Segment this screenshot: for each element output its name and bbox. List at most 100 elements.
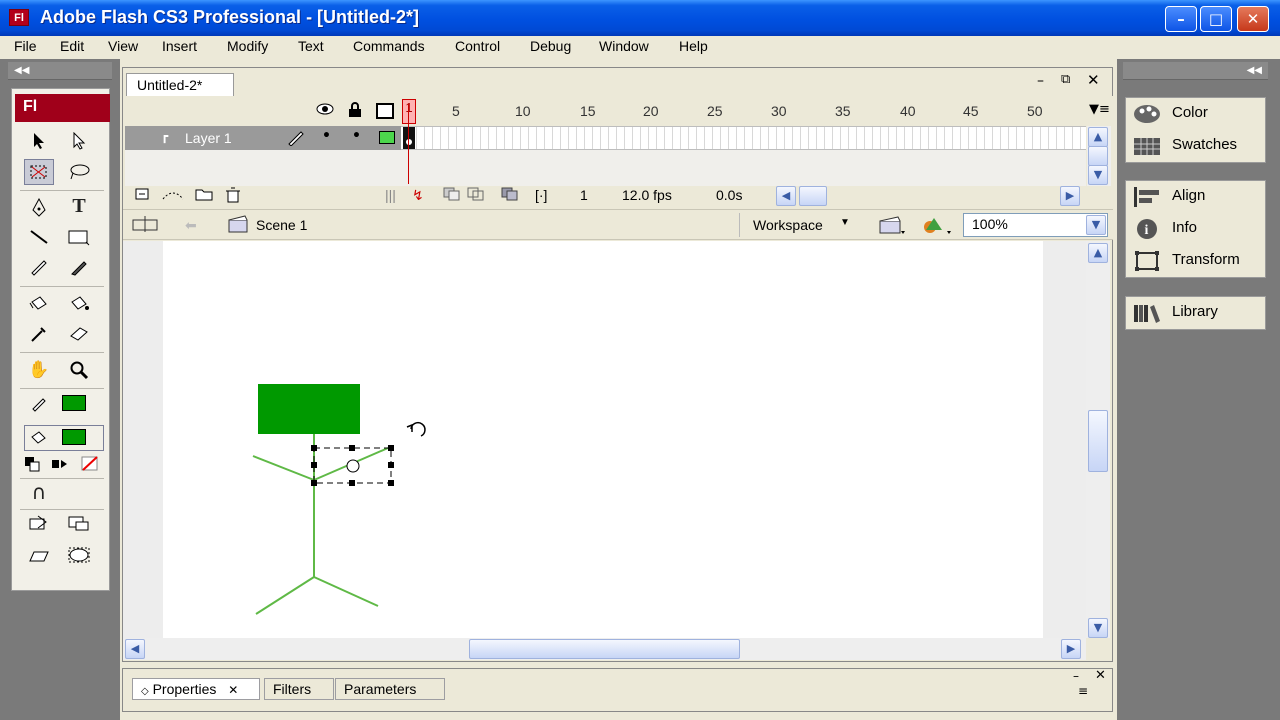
doc-restore-button[interactable]: ⧉ — [1061, 72, 1070, 87]
fill-color-swatch[interactable] — [62, 429, 86, 445]
close-button[interactable]: ✕ — [1237, 6, 1269, 32]
edit-multiple-frames-icon[interactable] — [501, 187, 519, 204]
menu-view[interactable]: View — [108, 38, 138, 54]
workspace-dropdown-icon[interactable]: ▼ — [840, 217, 850, 228]
menu-modify[interactable]: Modify — [227, 38, 268, 54]
straighten-icon[interactable] — [64, 511, 94, 537]
color-panel-button[interactable]: Color — [1132, 100, 1262, 128]
menu-text[interactable]: Text — [298, 38, 324, 54]
stage-scroll-down[interactable]: ▼ — [1088, 618, 1108, 638]
workspace-menu[interactable]: Workspace — [753, 217, 823, 233]
edit-scene-icon[interactable] — [878, 214, 906, 239]
eye-icon[interactable] — [315, 102, 335, 120]
timeline-hscroll-thumb[interactable] — [799, 186, 827, 206]
tab-filters[interactable]: Filters — [264, 678, 334, 700]
stage-scroll-left[interactable]: ◀ — [125, 639, 145, 659]
layer-row[interactable]: ┏ Layer 1 • • — [125, 126, 401, 150]
paint-bucket-tool-icon[interactable] — [64, 291, 94, 317]
playhead[interactable]: 1 — [402, 99, 416, 124]
eraser-tool-icon[interactable] — [64, 321, 94, 347]
scale-icon[interactable] — [64, 543, 94, 569]
menu-window[interactable]: Window — [599, 38, 649, 54]
properties-tab-close-icon[interactable]: ✕ — [228, 683, 238, 697]
align-panel-button[interactable]: Align — [1132, 183, 1262, 211]
timeline-frames[interactable] — [401, 126, 1086, 150]
doc-close-button[interactable]: ✕ — [1087, 71, 1100, 89]
toolbox-collapse-bar[interactable]: ◀◀ — [8, 62, 112, 80]
lock-icon[interactable] — [347, 102, 363, 122]
stage-scroll-up[interactable]: ▲ — [1088, 243, 1108, 263]
timeline-scroll-right[interactable]: ▶ — [1060, 186, 1080, 206]
flash-app-icon[interactable]: Fl — [9, 9, 29, 26]
lasso-tool-icon[interactable] — [64, 159, 94, 185]
stage-hscroll-thumb[interactable] — [469, 639, 740, 659]
transform-panel-button[interactable]: Transform — [1132, 247, 1262, 275]
stroke-color-swatch[interactable] — [62, 395, 86, 411]
line-tool-icon[interactable] — [24, 225, 54, 251]
menu-help[interactable]: Help — [679, 38, 708, 54]
tab-properties[interactable]: ◇ Properties ✕ — [132, 678, 260, 700]
hand-tool-icon[interactable]: ✋ — [24, 357, 54, 383]
smooth-icon[interactable] — [24, 511, 54, 537]
layer-lock-dot[interactable]: • — [352, 128, 361, 144]
maximize-button[interactable]: □ — [1200, 6, 1232, 32]
layer-outline-color[interactable] — [379, 131, 395, 144]
back-arrow-icon[interactable]: ⬅ — [185, 217, 197, 234]
brush-tool-icon[interactable] — [64, 255, 94, 281]
swatches-panel-button[interactable]: Swatches — [1132, 132, 1262, 160]
timeline-scroll-thumb[interactable] — [1088, 146, 1108, 166]
layer-visible-dot[interactable]: • — [322, 128, 331, 144]
trash-icon[interactable] — [225, 187, 241, 206]
center-frame-icon[interactable]: ↯ — [412, 187, 424, 204]
properties-minimize-button[interactable]: – — [1073, 669, 1079, 683]
snap-to-objects-icon[interactable]: ∩ — [24, 479, 54, 505]
timeline-toggle-icon[interactable] — [131, 214, 159, 237]
timeline-scroll-left[interactable]: ◀ — [776, 186, 796, 206]
timeline-menu-icon[interactable]: ▼≡ — [1089, 102, 1110, 117]
eyedropper-tool-icon[interactable] — [24, 321, 54, 347]
layer-name[interactable]: Layer 1 — [185, 130, 232, 146]
edit-symbols-icon[interactable] — [920, 214, 952, 239]
zoom-dropdown-icon[interactable]: ▼ — [1086, 215, 1106, 235]
text-tool-icon[interactable]: T — [64, 195, 94, 221]
rotate-skew-icon[interactable] — [24, 543, 54, 569]
stage[interactable] — [163, 241, 1043, 638]
onion-skin-outlines-icon[interactable] — [467, 187, 485, 204]
stage-scroll-right[interactable]: ▶ — [1061, 639, 1081, 659]
right-dock-collapse-bar[interactable]: ◀◀ — [1123, 62, 1268, 80]
menu-file[interactable]: File — [14, 38, 37, 54]
menu-debug[interactable]: Debug — [530, 38, 571, 54]
subselection-tool-icon[interactable] — [64, 129, 94, 155]
stage-vscroll-thumb[interactable] — [1088, 410, 1108, 472]
pencil-tool-icon[interactable] — [24, 255, 54, 281]
tab-parameters[interactable]: Parameters — [335, 678, 445, 700]
timeline-scroll-up[interactable]: ▲ — [1088, 127, 1108, 147]
menu-insert[interactable]: Insert — [162, 38, 197, 54]
selection-tool-icon[interactable] — [24, 129, 54, 155]
rectangle-tool-icon[interactable] — [64, 225, 94, 251]
motion-guide-icon[interactable] — [161, 187, 185, 204]
insert-layer-icon[interactable] — [135, 187, 151, 204]
library-panel-button[interactable]: Library — [1132, 299, 1262, 327]
document-tab[interactable]: Untitled-2* — [126, 73, 234, 97]
free-transform-tool-icon[interactable] — [24, 159, 54, 185]
menu-commands[interactable]: Commands — [353, 38, 425, 54]
black-white-icon[interactable] — [20, 453, 44, 479]
no-color-icon[interactable] — [78, 453, 102, 479]
onion-skin-icon[interactable] — [443, 187, 461, 204]
keyframe[interactable] — [403, 127, 415, 149]
ink-bottle-tool-icon[interactable] — [24, 291, 54, 317]
insert-folder-icon[interactable] — [195, 187, 213, 204]
swap-colors-icon[interactable] — [48, 453, 72, 479]
zoom-tool-icon[interactable] — [64, 357, 94, 383]
properties-close-button[interactable]: ✕ — [1095, 668, 1106, 683]
timeline-divider-grip[interactable]: ||| — [385, 187, 396, 203]
pen-tool-icon[interactable] — [24, 195, 54, 221]
outline-icon[interactable] — [376, 103, 394, 123]
frame-rate-readout[interactable]: 12.0 fps — [622, 187, 672, 203]
menu-control[interactable]: Control — [455, 38, 500, 54]
info-panel-button[interactable]: i Info — [1132, 215, 1262, 243]
timeline-scroll-down[interactable]: ▼ — [1088, 165, 1108, 185]
menu-edit[interactable]: Edit — [60, 38, 84, 54]
minimize-button[interactable]: – — [1165, 6, 1197, 32]
